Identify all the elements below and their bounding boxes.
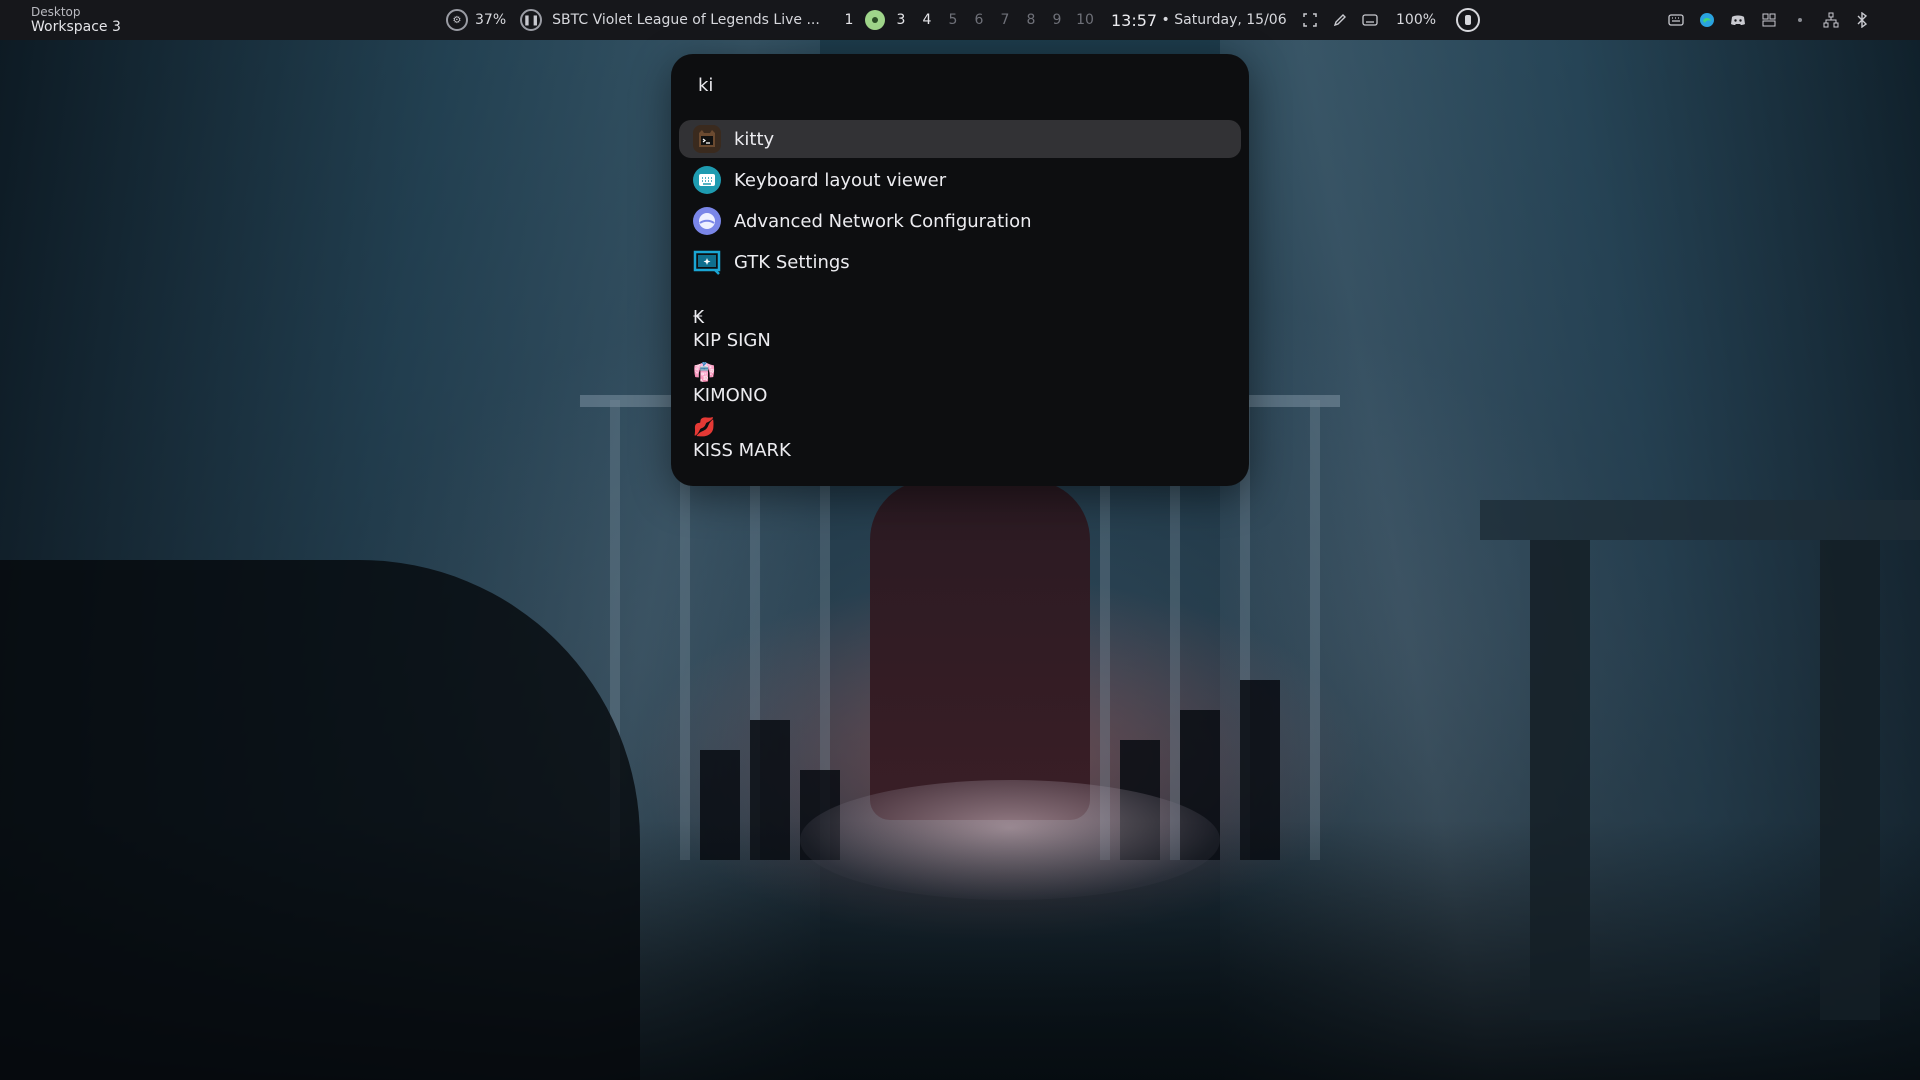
workspace-button-1[interactable]: 1 — [836, 12, 862, 28]
workspace-subtitle: Desktop — [31, 5, 81, 19]
app-result-gtk-settings[interactable]: GTK Settings — [679, 243, 1241, 281]
launcher-search-input[interactable] — [698, 70, 1218, 100]
keyboard-icon — [693, 166, 721, 194]
workspace-button-3[interactable]: 3 — [888, 12, 914, 28]
wallpaper-chair — [0, 560, 640, 1080]
system-tray — [1668, 0, 1870, 40]
app-result-label: GTK Settings — [734, 251, 850, 273]
workspace-button-4[interactable]: 4 — [914, 12, 940, 28]
app-result-advanced-network-configuration[interactable]: Advanced Network Configuration — [679, 202, 1241, 240]
app-results-list: kitty Keyboard layout viewer Advanced Ne… — [679, 120, 1241, 284]
clock-time: 13:57 — [1111, 10, 1158, 30]
media-title[interactable]: SBTC Violet League of Legends Live ... — [552, 12, 820, 28]
edge-icon[interactable] — [1699, 12, 1715, 28]
wallpaper-table-leg — [1820, 540, 1880, 1020]
battery-percent: 100% — [1396, 12, 1437, 28]
pause-ring-icon[interactable]: ❚❚ — [520, 9, 543, 31]
keyboard-toggle-icon[interactable] — [1362, 12, 1378, 28]
emoji-glyph: 👘 — [693, 362, 716, 383]
workspace-name: Workspace 3 — [31, 19, 121, 35]
emoji-name: KIMONO — [693, 385, 768, 406]
wallpaper-person — [870, 480, 1090, 820]
dashboard-icon[interactable] — [1761, 12, 1777, 28]
emoji-result-kip-sign[interactable]: ₭ KIP SIGN — [693, 306, 1213, 361]
wallpaper-table — [1480, 500, 1920, 540]
app-launcher: kitty Keyboard layout viewer Advanced Ne… — [671, 54, 1249, 486]
battery-icon[interactable] — [1456, 8, 1481, 32]
app-result-label: Keyboard layout viewer — [734, 169, 947, 191]
network-icon[interactable] — [1823, 12, 1839, 28]
clock-date: • Saturday, 15/06 — [1157, 12, 1287, 28]
emoji-result-kiss-mark[interactable]: 💋 KISS MARK — [693, 416, 1213, 471]
workspace-button-2-active[interactable] — [862, 10, 888, 30]
wallpaper-rail-bar — [1310, 400, 1320, 860]
discord-icon[interactable] — [1730, 12, 1746, 28]
workspace-title[interactable]: Desktop Workspace 3 — [31, 5, 121, 35]
gear-ring-icon[interactable]: ⚙ — [446, 9, 468, 31]
workspace-button-8[interactable]: 8 — [1018, 12, 1044, 28]
emoji-name: KISS MARK — [693, 440, 791, 461]
wallpaper-table-leg — [1530, 540, 1590, 1020]
dot-icon — [1792, 12, 1808, 28]
workspace-button-5[interactable]: 5 — [940, 12, 966, 28]
screenshot-region-icon[interactable] — [1302, 12, 1318, 28]
workspace-button-6[interactable]: 6 — [966, 12, 992, 28]
emoji-result-kimono[interactable]: 👘 KIMONO — [693, 361, 1213, 416]
emoji-name: KIP SIGN — [693, 330, 771, 351]
utility-buttons: 100% — [1302, 0, 1481, 40]
bluetooth-icon[interactable] — [1854, 12, 1870, 28]
app-result-kitty[interactable]: kitty — [679, 120, 1241, 158]
app-result-label: Advanced Network Configuration — [734, 210, 1032, 232]
network-config-icon — [693, 207, 721, 235]
keyboard-icon[interactable] — [1668, 12, 1684, 28]
emoji-glyph: 💋 — [693, 417, 716, 438]
app-result-keyboard-layout-viewer[interactable]: Keyboard layout viewer — [679, 161, 1241, 199]
resources-media-group: ⚙ 37% ❚❚ SBTC Violet League of Legends L… — [446, 0, 820, 40]
workspace-button-10[interactable]: 10 — [1070, 12, 1100, 28]
emoji-glyph: ₭ — [693, 307, 705, 328]
clock[interactable]: 13:57 • Saturday, 15/06 — [1111, 0, 1287, 40]
cpu-usage: 37% — [475, 12, 507, 28]
top-bar: Desktop Workspace 3 ⚙ 37% ❚❚ SBTC Violet… — [0, 0, 1920, 40]
emoji-results-list: ₭ KIP SIGN 👘 KIMONO 💋 KISS MARK — [693, 306, 1213, 471]
kitty-icon — [693, 125, 721, 153]
gtk-settings-icon — [693, 248, 721, 276]
workspace-button-9[interactable]: 9 — [1044, 12, 1070, 28]
pencil-icon[interactable] — [1332, 12, 1348, 28]
workspace-button-7[interactable]: 7 — [992, 12, 1018, 28]
active-workspace-dot-icon — [865, 10, 885, 30]
app-result-label: kitty — [734, 128, 775, 150]
workspace-switcher: 1 3 4 5 6 7 8 9 10 — [836, 0, 1100, 40]
